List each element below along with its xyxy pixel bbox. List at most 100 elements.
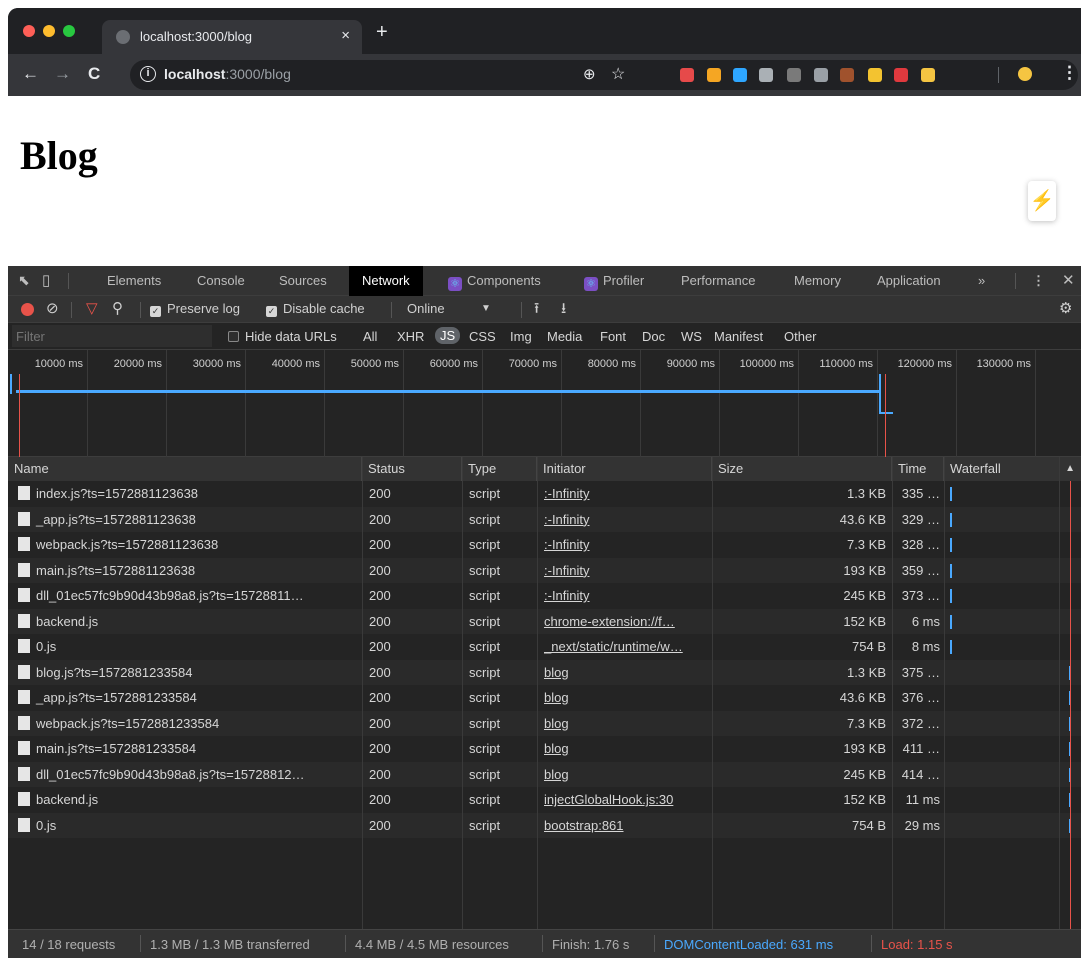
tab-elements[interactable]: Elements	[107, 273, 161, 288]
col-header-status[interactable]: Status	[362, 457, 462, 481]
url-text[interactable]: localhost:3000/blog	[164, 66, 291, 82]
filter-type-css[interactable]: CSS	[469, 329, 496, 344]
info-icon[interactable]: i	[140, 66, 156, 82]
request-name[interactable]: 0.js	[18, 634, 358, 660]
request-initiator-link[interactable]: :-Infinity	[544, 507, 709, 533]
bookmark-star-icon[interactable]: ☆	[611, 64, 625, 84]
search-icon[interactable]: ⚲	[112, 299, 123, 317]
table-row[interactable]: 0.js 200 script _next/static/runtime/w… 754 …	[8, 634, 1081, 660]
export-har-icon[interactable]: ⭳	[561, 298, 566, 323]
disable-cache-checkbox[interactable]: ✓ Disable cache	[266, 301, 365, 317]
extension-icon[interactable]	[868, 68, 882, 82]
tab-sources[interactable]: Sources	[279, 273, 327, 288]
browser-tab[interactable]: localhost:3000/blog ×	[102, 20, 362, 54]
close-tab-icon[interactable]: ×	[341, 27, 350, 44]
record-button[interactable]	[21, 303, 34, 316]
table-row[interactable]: _app.js?ts=1572881123638 200 script:-Infin…	[8, 506, 1081, 533]
throttling-select[interactable]: Online ▼	[407, 301, 507, 316]
table-row[interactable]: main.js?ts=1572881233584 200 script blog 193…	[8, 736, 1081, 762]
request-name[interactable]: dll_01ec57fc9b90d43b98a8.js?ts=15728811…	[18, 583, 358, 609]
close-window-button[interactable]	[23, 25, 35, 37]
settings-gear-icon[interactable]: ⚙	[1059, 299, 1072, 317]
forward-arrow-icon[interactable]: →	[54, 64, 71, 84]
info-icon[interactable]	[840, 68, 854, 82]
extension-icon[interactable]	[787, 68, 801, 82]
network-overview-timeline[interactable]: 10000 ms 20000 ms 30000 ms 40000 ms 50000 ms…	[8, 350, 1081, 457]
back-arrow-icon[interactable]: ←	[22, 64, 39, 84]
extension-icon[interactable]	[733, 68, 747, 82]
css-icon[interactable]	[894, 68, 908, 82]
request-initiator-link[interactable]: chrome-extension://f…	[544, 609, 709, 635]
inspect-element-icon[interactable]: ⬉	[18, 272, 30, 289]
address-bar[interactable]: i localhost:3000/blog ⊕ ☆	[130, 60, 1078, 90]
table-row[interactable]: _app.js?ts=1572881233584 200 script blog 43.…	[8, 685, 1081, 711]
request-initiator-link[interactable]: _next/static/runtime/w…	[544, 634, 709, 660]
request-name[interactable]: webpack.js?ts=1572881123638	[18, 532, 358, 558]
table-row[interactable]: blog.js?ts=1572881233584 200 script blog 1.3…	[8, 659, 1081, 686]
reload-icon[interactable]: C	[88, 64, 100, 84]
request-initiator-link[interactable]: :-Infinity	[544, 481, 709, 507]
request-initiator-link[interactable]: blog	[544, 762, 709, 788]
request-initiator-link[interactable]: blog	[544, 711, 709, 737]
shield-icon[interactable]	[707, 68, 721, 82]
request-initiator-link[interactable]: injectGlobalHook.js:30	[544, 787, 709, 813]
col-header-type[interactable]: Type	[462, 457, 537, 481]
preserve-log-checkbox[interactable]: ✓ Preserve log	[150, 301, 240, 317]
request-name[interactable]: dll_01ec57fc9b90d43b98a8.js?ts=15728812…	[18, 762, 358, 788]
request-initiator-link[interactable]: :-Infinity	[544, 532, 709, 558]
ghost-icon[interactable]	[759, 68, 773, 82]
request-name[interactable]: backend.js	[18, 787, 358, 813]
col-header-size[interactable]: Size	[712, 457, 892, 481]
table-row[interactable]: backend.js 200 script chrome-extension://f……	[8, 608, 1081, 635]
request-name[interactable]: webpack.js?ts=1572881233584	[18, 711, 358, 737]
table-row[interactable]: index.js?ts=1572881123638 200 script:-Infi…	[8, 481, 1081, 507]
filter-type-img[interactable]: Img	[510, 329, 532, 344]
filter-funnel-icon[interactable]: ▽	[86, 299, 98, 317]
tab-console[interactable]: Console	[197, 273, 245, 288]
more-tabs-chevron-icon[interactable]: »	[978, 273, 985, 288]
close-devtools-icon[interactable]: ✕	[1062, 271, 1075, 289]
request-initiator-link[interactable]: bootstrap:861	[544, 813, 709, 839]
kebab-menu-icon[interactable]: ⋮	[1061, 63, 1078, 83]
filter-input[interactable]	[12, 325, 212, 347]
maximize-window-button[interactable]	[63, 25, 75, 37]
hide-data-urls-checkbox[interactable]: Hide data URLs	[228, 329, 337, 344]
new-tab-button[interactable]: +	[376, 21, 388, 44]
filter-type-manifest[interactable]: Manifest	[714, 329, 763, 344]
request-initiator-link[interactable]: blog	[544, 685, 709, 711]
request-initiator-link[interactable]: :-Infinity	[544, 558, 709, 584]
tab-application[interactable]: Application	[877, 273, 941, 288]
request-initiator-link[interactable]: blog	[544, 660, 709, 686]
filter-type-xhr[interactable]: XHR	[397, 329, 424, 344]
minimize-window-button[interactable]	[43, 25, 55, 37]
table-row[interactable]: dll_01ec57fc9b90d43b98a8.js?ts=15728811……	[8, 583, 1081, 609]
table-row[interactable]: backend.js 200 script injectGlobalHook.js:3…	[8, 787, 1081, 813]
clear-icon[interactable]: ⊘	[46, 299, 59, 317]
tab-profiler[interactable]: ⚛ Profiler	[584, 273, 644, 291]
device-toolbar-icon[interactable]: ▯	[42, 271, 50, 289]
request-name[interactable]: _app.js?ts=1572881123638	[18, 507, 358, 533]
filter-type-font[interactable]: Font	[600, 329, 626, 344]
tab-performance[interactable]: Performance	[681, 273, 755, 288]
request-initiator-link[interactable]: blog	[544, 736, 709, 762]
profile-avatar[interactable]	[1018, 67, 1032, 81]
request-name[interactable]: 0.js	[18, 813, 358, 839]
table-row[interactable]: dll_01ec57fc9b90d43b98a8.js?ts=15728812……	[8, 761, 1081, 788]
pocket-icon[interactable]	[680, 68, 694, 82]
filter-type-ws[interactable]: WS	[681, 329, 702, 344]
request-name[interactable]: main.js?ts=1572881233584	[18, 736, 358, 762]
devtools-menu-icon[interactable]: ⋮	[1032, 273, 1045, 289]
table-row[interactable]: webpack.js?ts=1572881123638 200 script:-In…	[8, 532, 1081, 558]
filter-type-doc[interactable]: Doc	[642, 329, 665, 344]
filter-type-media[interactable]: Media	[547, 329, 582, 344]
request-name[interactable]: index.js?ts=1572881123638	[18, 481, 358, 507]
col-header-initiator[interactable]: Initiator	[537, 457, 712, 481]
import-har-icon[interactable]: ⭱	[534, 298, 539, 323]
lightning-bolt-button[interactable]: ⚡	[1028, 181, 1056, 221]
table-row[interactable]: 0.js 200 script bootstrap:861 754 B 29 ms	[8, 812, 1081, 839]
request-name[interactable]: _app.js?ts=1572881233584	[18, 685, 358, 711]
table-row[interactable]: main.js?ts=1572881123638 200 script:-Infin…	[8, 557, 1081, 584]
col-header-time[interactable]: Time	[892, 457, 944, 481]
col-header-name[interactable]: Name	[8, 457, 362, 481]
filter-type-all[interactable]: All	[363, 329, 377, 344]
